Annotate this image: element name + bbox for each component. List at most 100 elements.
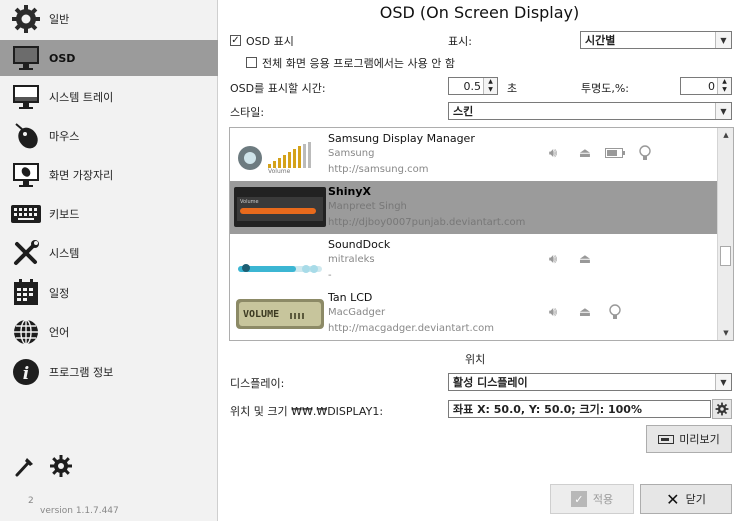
duration-label: OSD를 표시할 시간: bbox=[230, 82, 326, 95]
chevron-down-icon: ▼ bbox=[715, 103, 731, 119]
skin-author: MacGadger bbox=[328, 307, 386, 318]
sidebar-item-system-tray[interactable]: 시스템 트레이 bbox=[0, 79, 218, 115]
sidebar-item-label: 일정 bbox=[49, 287, 70, 300]
sidebar-item-about[interactable]: i 프로그램 정보 bbox=[0, 354, 218, 390]
page-title: OSD (On Screen Display) bbox=[379, 3, 580, 22]
wrench-icon[interactable] bbox=[12, 453, 38, 479]
screen-edge-icon bbox=[9, 160, 43, 190]
scroll-down-icon[interactable]: ▼ bbox=[718, 326, 733, 340]
sidebar-item-system[interactable]: 시스템 bbox=[0, 235, 218, 271]
style-label: 스타일: bbox=[230, 106, 265, 119]
apply-button[interactable]: ✓ 적용 bbox=[550, 484, 634, 514]
settings-gear-icon[interactable] bbox=[48, 453, 74, 479]
skin-thumbnail: Volume bbox=[234, 134, 326, 175]
close-button[interactable]: ✕ 닫기 bbox=[640, 484, 732, 514]
skin-list-scrollbar[interactable]: ▲ ▼ bbox=[717, 128, 733, 340]
sidebar-item-osd[interactable]: OSD bbox=[0, 40, 218, 76]
sidebar-item-general[interactable]: 일반 bbox=[0, 1, 218, 37]
preview-button[interactable]: 미리보기 bbox=[646, 425, 732, 453]
list-item[interactable]: VOLUME Tan LCD MacGadger http://macgadge… bbox=[230, 287, 718, 340]
sidebar-item-keyboard[interactable]: 키보드 bbox=[0, 196, 218, 232]
skin-list[interactable]: Volume Samsung Display Manager Samsung h… bbox=[229, 127, 734, 341]
duration-unit: 초 bbox=[507, 82, 518, 95]
volume-icon: 🔊︎ bbox=[548, 251, 558, 267]
close-icon: ✕ bbox=[666, 489, 680, 509]
svg-text:Volume: Volume bbox=[240, 199, 259, 205]
spinner-arrows-icon[interactable]: ▲ ▼ bbox=[717, 78, 731, 94]
sidebar-item-screen-edge[interactable]: 화면 가장자리 bbox=[0, 157, 218, 193]
info-icon: i bbox=[9, 357, 43, 387]
skin-name: ShinyX bbox=[328, 185, 372, 198]
position-settings-gear-icon[interactable] bbox=[712, 399, 732, 419]
sidebar-item-label: 화면 가장자리 bbox=[49, 169, 114, 182]
position-heading: 위치 bbox=[465, 353, 486, 366]
fullscreen-disable-label: 전체 화면 응용 프로그램에서는 사용 안 함 bbox=[262, 57, 456, 70]
list-item-selected[interactable]: Volume ShinyX Manpreet Singh http://djbo… bbox=[230, 181, 718, 234]
scrollbar-thumb[interactable] bbox=[720, 246, 731, 266]
list-item[interactable]: Volume Samsung Display Manager Samsung h… bbox=[230, 128, 718, 181]
sidebar-item-label: 키보드 bbox=[49, 208, 80, 221]
globe-icon bbox=[9, 317, 43, 347]
svg-text:i: i bbox=[23, 364, 29, 384]
mouse-icon bbox=[9, 121, 43, 151]
sidebar-item-label: 시스템 트레이 bbox=[49, 91, 114, 104]
chevron-down-icon: ▼ bbox=[715, 32, 731, 48]
duration-spinner[interactable]: 0.5 ▲ ▼ bbox=[448, 77, 498, 95]
sidebar: 일반 OSD 시스템 트레이 마우스 화면 가장자리 키보드 시스템 일정 언어… bbox=[0, 0, 218, 521]
position-size-field[interactable]: 좌표 X: 50.0, Y: 50.0; 크기: 100% bbox=[448, 400, 711, 418]
skin-url: http://macgadger.deviantart.com bbox=[328, 323, 494, 334]
display-label: 표시: bbox=[448, 35, 472, 48]
close-label: 닫기 bbox=[685, 493, 706, 506]
display-target-value: 활성 디스플레이 bbox=[453, 376, 528, 389]
skin-thumbnail: VOLUME bbox=[234, 293, 326, 333]
display-mode-select[interactable]: 시간별 ▼ bbox=[580, 31, 732, 49]
style-select[interactable]: 스킨 ▼ bbox=[448, 102, 732, 120]
fullscreen-disable-checkbox[interactable] bbox=[246, 57, 257, 68]
sidebar-item-label: 일반 bbox=[49, 13, 70, 26]
preview-icon bbox=[658, 434, 675, 444]
svg-text:Volume: Volume bbox=[268, 168, 291, 174]
osd-show-label: OSD 표시 bbox=[246, 35, 294, 48]
skin-name: Tan LCD bbox=[328, 291, 373, 304]
sidebar-item-schedule[interactable]: 일정 bbox=[0, 275, 218, 311]
display-target-select[interactable]: 활성 디스플레이 ▼ bbox=[448, 373, 732, 391]
skin-url: http://djboy0007punjab.deviantart.com bbox=[328, 217, 526, 228]
spinner-arrows-icon[interactable]: ▲ ▼ bbox=[483, 78, 497, 94]
sidebar-item-label: 프로그램 정보 bbox=[49, 366, 114, 379]
chevron-down-icon: ▼ bbox=[715, 374, 731, 390]
skin-name: SoundDock bbox=[328, 238, 391, 251]
volume-icon: 🔊︎ bbox=[548, 145, 558, 161]
bulb-icon bbox=[634, 144, 656, 162]
skin-author: mitraleks bbox=[328, 254, 375, 265]
monitor-icon bbox=[9, 43, 43, 73]
version-badge: 2 bbox=[28, 496, 34, 506]
gear-icon bbox=[9, 4, 43, 34]
apply-label: 적용 bbox=[592, 493, 614, 506]
calendar-icon bbox=[9, 278, 43, 308]
osd-show-checkbox[interactable]: ✓ bbox=[230, 35, 241, 46]
style-value: 스킨 bbox=[453, 105, 474, 118]
duration-value: 0.5 bbox=[463, 79, 482, 93]
eject-icon: ⏏ bbox=[578, 304, 592, 320]
skin-author: Manpreet Singh bbox=[328, 201, 407, 212]
opacity-spinner[interactable]: 0 ▲ ▼ bbox=[680, 77, 732, 95]
sidebar-item-label: 언어 bbox=[49, 326, 70, 339]
scroll-up-icon[interactable]: ▲ bbox=[718, 128, 733, 142]
display-select-label: 디스플레이: bbox=[230, 377, 285, 390]
sidebar-item-mouse[interactable]: 마우스 bbox=[0, 118, 218, 154]
apply-icon: ✓ bbox=[570, 491, 587, 507]
sidebar-item-language[interactable]: 언어 bbox=[0, 314, 218, 350]
volume-icon: 🔊︎ bbox=[548, 304, 558, 320]
skin-author: Samsung bbox=[328, 148, 375, 159]
eject-icon: ⏏ bbox=[578, 145, 592, 161]
list-item[interactable]: SoundDock mitraleks - 🔊︎ ⏏ bbox=[230, 234, 718, 287]
battery-icon bbox=[604, 144, 626, 162]
skin-thumbnail bbox=[234, 240, 326, 280]
sidebar-item-label: 마우스 bbox=[49, 130, 80, 143]
system-tray-icon bbox=[9, 82, 43, 112]
tools-icon bbox=[9, 238, 43, 268]
position-size-label: 위치 및 크기 ₩₩.₩DISPLAY1: bbox=[230, 405, 384, 418]
keyboard-icon bbox=[9, 199, 43, 229]
opacity-value: 0 bbox=[708, 79, 715, 93]
version-label: version 1.1.7.447 bbox=[40, 506, 119, 516]
